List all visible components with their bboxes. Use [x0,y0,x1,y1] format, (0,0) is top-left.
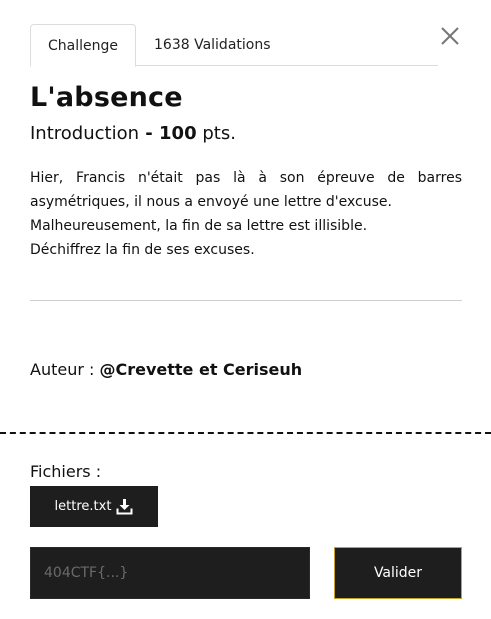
dashed-separator [0,432,491,434]
tab-bar: Challenge 1638 Validations [30,24,438,67]
description-paragraph: Malheureusement, la fin de sa lettre est… [30,218,368,234]
challenge-title: L'absence [30,82,183,113]
challenge-category: Introduction [30,123,140,144]
tab-challenge[interactable]: Challenge [30,24,136,67]
author-name: @Crevette et Ceriseuh [99,360,303,379]
close-icon[interactable] [440,26,460,46]
points-unit: pts. [196,123,236,144]
tab-validations[interactable]: 1638 Validations [138,24,287,66]
flag-input[interactable] [30,547,310,599]
files-label: Fichiers : [30,462,102,481]
download-file-button[interactable]: lettre.txt [30,486,158,527]
description-paragraph: Hier, Francis n'était pas là à son épreu… [30,170,462,210]
author-line: Auteur : @Crevette et Ceriseuh [30,360,302,379]
challenge-description: Hier, Francis n'était pas là à son épreu… [30,166,462,262]
subtitle-separator: - [139,123,160,144]
author-label: Auteur : [30,360,100,379]
description-paragraph: Déchiffrez la fin de ses excuses. [30,242,255,258]
validate-button[interactable]: Valider [334,547,462,599]
challenge-subtitle: Introduction - 100 pts. [30,123,236,144]
challenge-points: 100 [159,123,197,144]
file-name: lettre.txt [54,499,112,514]
divider [30,300,462,301]
download-icon [116,498,133,515]
